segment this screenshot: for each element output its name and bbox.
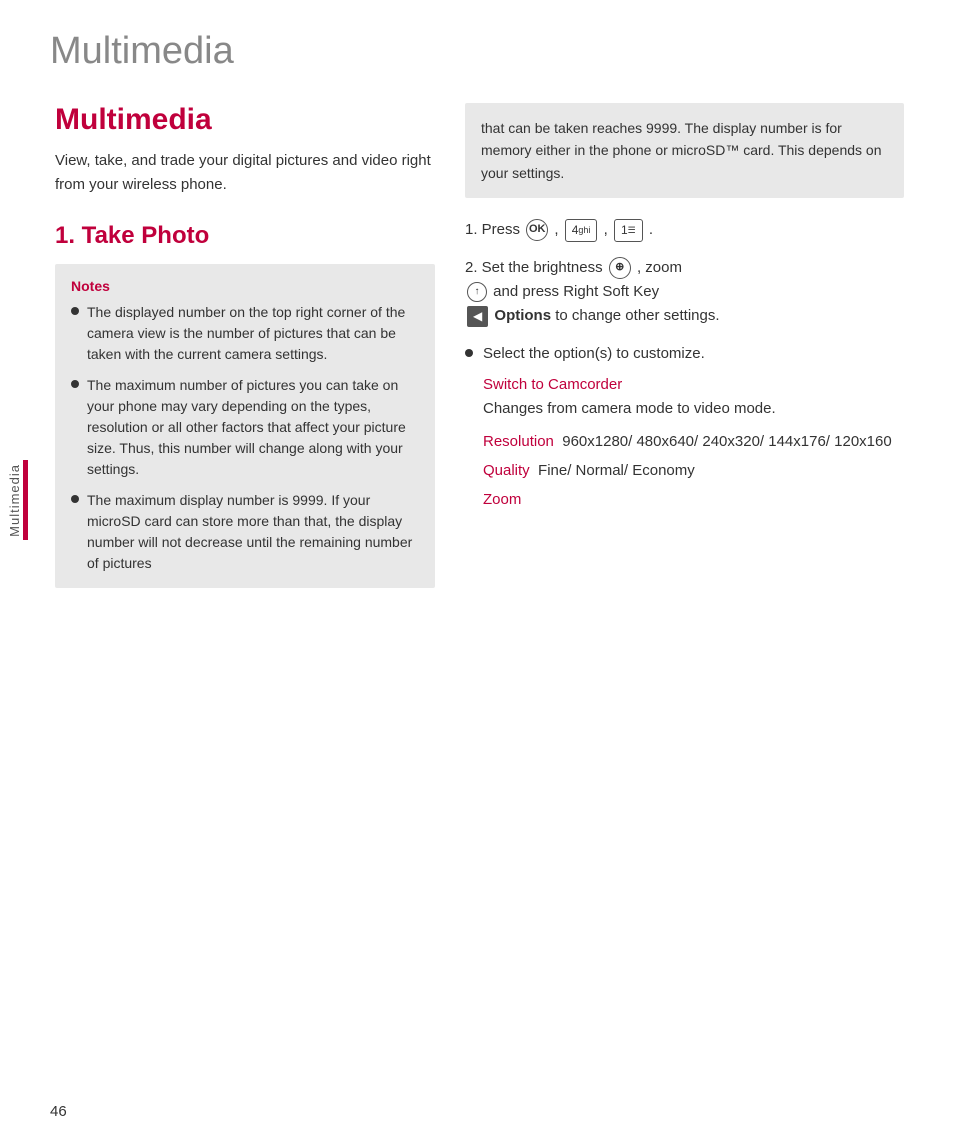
bullet-icon-3 [71, 495, 79, 503]
step2-text1: 2. Set the brightness [465, 259, 607, 276]
left-column: Multimedia View, take, and trade your di… [55, 103, 435, 588]
sidebar: Multimedia [0, 200, 28, 800]
step-1: 1. Press OK , 4ghi , 1☰ . [465, 218, 904, 242]
brightness-icon: ⊕ [609, 257, 631, 279]
right-column: that can be taken reaches 9999. The disp… [465, 103, 904, 588]
zoom-icon: ↑ [467, 282, 487, 302]
key-4ghi: 4ghi [565, 219, 598, 242]
note-text-1: The displayed number on the top right co… [87, 302, 419, 365]
notes-label: Notes [71, 278, 419, 294]
key-1: 1☰ [614, 219, 643, 242]
note-item-3: The maximum display number is 9999. If y… [71, 490, 419, 574]
bullet-icon-1 [71, 307, 79, 315]
note-text-2: The maximum number of pictures you can t… [87, 375, 419, 480]
page-number: 46 [50, 1103, 67, 1120]
section-title-multimedia: Multimedia [55, 103, 435, 137]
ok-key-icon: OK [526, 219, 548, 241]
option-resolution: Resolution 960x1280/ 480x640/ 240x320/ 1… [483, 433, 904, 450]
option-zoom: Zoom [483, 491, 904, 508]
step2-text2: , zoom [637, 259, 682, 276]
zoom-label: Zoom [483, 491, 904, 508]
options-arrow-icon: ◀ [467, 306, 488, 327]
sidebar-label: Multimedia [7, 464, 22, 537]
sidebar-bar [23, 460, 28, 540]
main-content: Multimedia View, take, and trade your di… [0, 103, 954, 588]
note-item-1: The displayed number on the top right co… [71, 302, 419, 365]
step1-label: 1. Press [465, 221, 520, 238]
step-2: 2. Set the brightness ⊕ , zoom ↑ and pre… [465, 256, 904, 328]
option-quality: Quality Fine/ Normal/ Economy [483, 462, 904, 479]
switch-to-camcorder-desc: Changes from camera mode to video mode. [483, 400, 776, 417]
option-switch-camcorder: Switch to Camcorder Changes from camera … [483, 376, 904, 421]
switch-to-camcorder-label: Switch to Camcorder [483, 376, 904, 393]
select-options-item: Select the option(s) to customize. [465, 342, 904, 366]
subsection-title-take-photo: 1. Take Photo [55, 222, 435, 250]
intro-text: View, take, and trade your digital pictu… [55, 149, 435, 197]
note-item-2: The maximum number of pictures you can t… [71, 375, 419, 480]
notes-box: Notes The displayed number on the top ri… [55, 264, 435, 588]
right-info-box: that can be taken reaches 9999. The disp… [465, 103, 904, 198]
select-options-bullet [465, 349, 473, 357]
page-title: Multimedia [0, 0, 954, 93]
select-options-text: Select the option(s) to customize. [483, 342, 705, 366]
resolution-label: Resolution 960x1280/ 480x640/ 240x320/ 1… [483, 433, 904, 450]
note-text-3: The maximum display number is 9999. If y… [87, 490, 419, 574]
bullet-icon-2 [71, 380, 79, 388]
quality-label: Quality Fine/ Normal/ Economy [483, 462, 904, 479]
step2-text4: to change other settings. [555, 307, 719, 324]
options-label: Options [494, 307, 551, 324]
step2-text3: and press Right Soft Key [493, 283, 659, 300]
